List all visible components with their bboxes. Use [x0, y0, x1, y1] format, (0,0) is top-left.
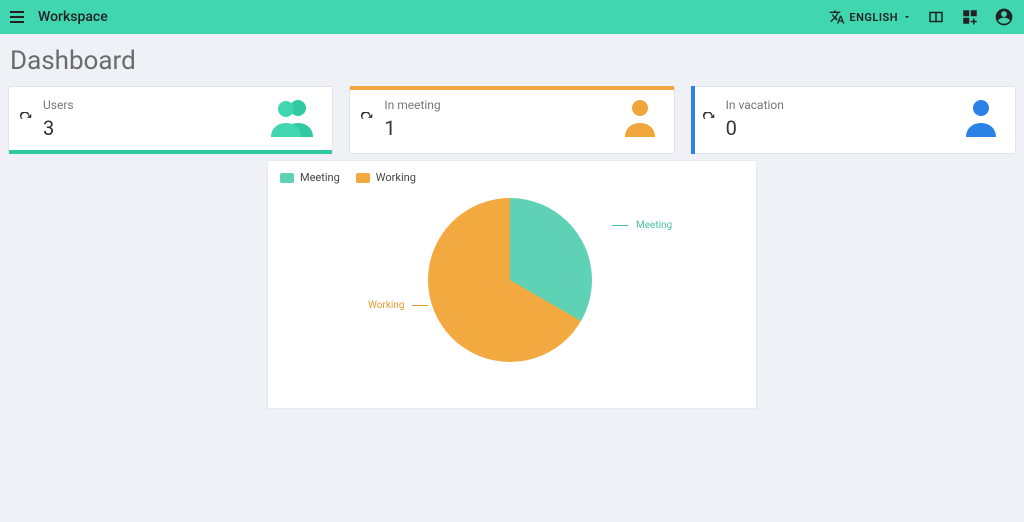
- summary-cards-row: Users 3 In meeting 1: [8, 86, 1016, 154]
- card-in-meeting: In meeting 1: [349, 86, 674, 154]
- language-label: ENGLISH: [849, 11, 898, 24]
- grid-plus-icon: [961, 8, 979, 26]
- language-selector[interactable]: ENGLISH: [829, 9, 912, 25]
- refresh-button[interactable]: [360, 111, 376, 127]
- card-value: 1: [384, 116, 440, 140]
- legend-label: Meeting: [300, 171, 340, 184]
- legend-label: Working: [376, 171, 416, 184]
- pie-label-meeting: Meeting: [612, 220, 672, 231]
- app-title: Workspace: [38, 9, 108, 25]
- legend-swatch: [356, 173, 370, 183]
- card-label: In vacation: [726, 98, 784, 112]
- pie-label-working: Working: [368, 300, 428, 311]
- card-in-vacation: In vacation 0: [691, 86, 1016, 154]
- person-icon: [620, 97, 660, 141]
- menu-icon[interactable]: [10, 8, 28, 26]
- account-icon: [994, 7, 1014, 27]
- translate-icon: [829, 9, 845, 25]
- refresh-icon: [360, 112, 374, 126]
- panel-icon: [927, 8, 945, 26]
- card-label: Users: [43, 98, 74, 112]
- appbar-button-2[interactable]: [960, 7, 980, 27]
- appbar: Workspace ENGLISH: [0, 0, 1024, 34]
- legend-item-meeting: Meeting: [280, 171, 340, 184]
- card-value: 3: [43, 116, 74, 140]
- refresh-button[interactable]: [19, 111, 35, 127]
- card-accent: [9, 150, 332, 154]
- refresh-icon: [19, 112, 33, 126]
- card-accent: [691, 86, 695, 154]
- chevron-down-icon: [902, 12, 912, 22]
- users-icon: [266, 97, 318, 141]
- chart-legend: Meeting Working: [280, 171, 744, 184]
- appbar-button-1[interactable]: [926, 7, 946, 27]
- card-users: Users 3: [8, 86, 333, 154]
- card-value: 0: [726, 116, 784, 140]
- page-title: Dashboard: [10, 46, 1014, 76]
- person-icon: [961, 97, 1001, 141]
- refresh-button[interactable]: [702, 111, 718, 127]
- pie-chart: [428, 198, 592, 362]
- card-accent: [350, 86, 673, 90]
- legend-swatch: [280, 173, 294, 183]
- refresh-icon: [702, 112, 716, 126]
- card-label: In meeting: [384, 98, 440, 112]
- legend-item-working: Working: [356, 171, 416, 184]
- account-button[interactable]: [994, 7, 1014, 27]
- chart-panel: Meeting Working Meeting Working: [267, 160, 757, 409]
